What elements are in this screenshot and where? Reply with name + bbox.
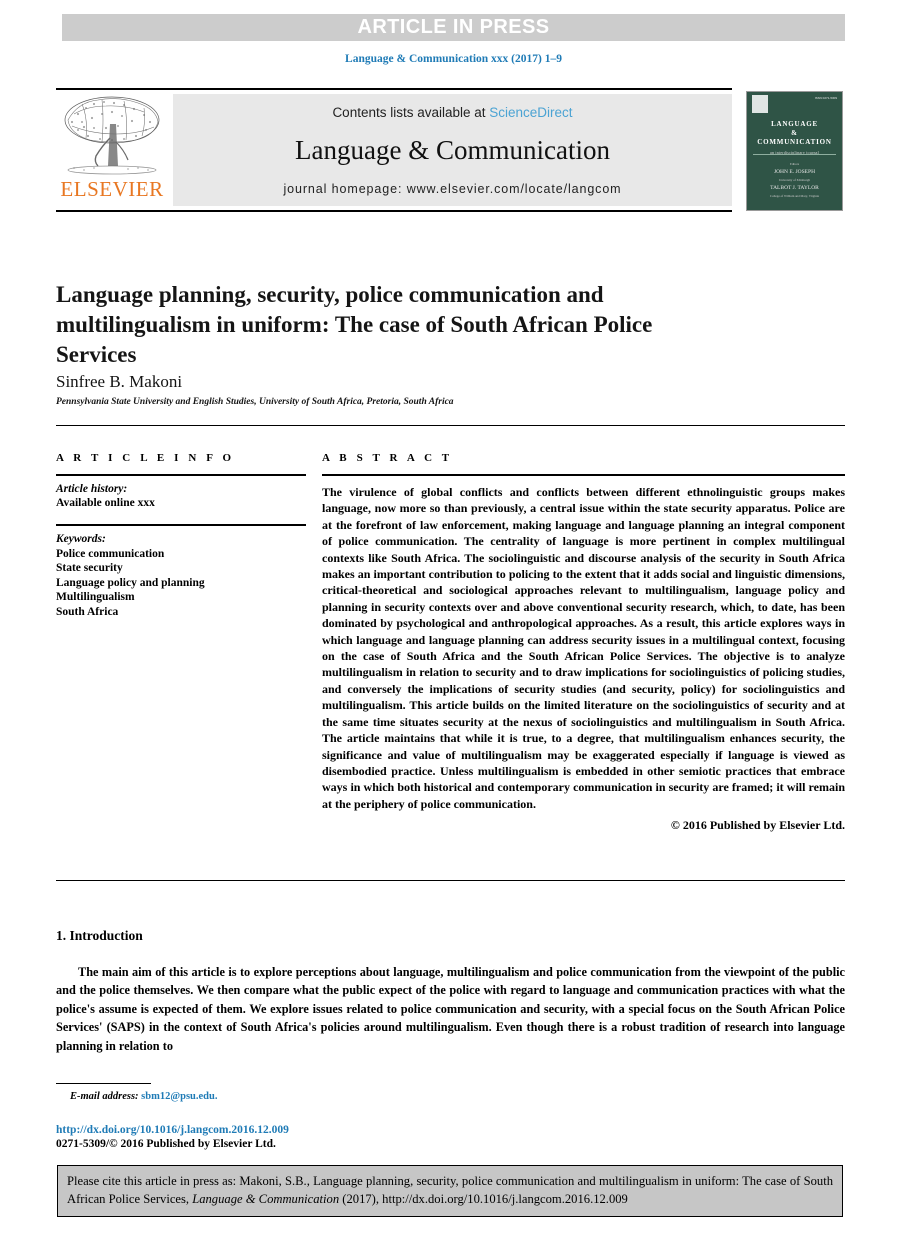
elsevier-wordmark: ELSEVIER	[60, 177, 164, 201]
header-rule-top	[56, 88, 732, 90]
journal-cover-thumbnail: ISSN 0271-5309 LANGUAGE & COMMUNICATION …	[746, 91, 843, 211]
footnote-rule	[56, 1083, 151, 1084]
article-history-value: Available online xxx	[56, 497, 155, 509]
cover-topbar: ISSN 0271-5309	[752, 95, 837, 117]
keyword-item: Multilingualism	[56, 591, 135, 603]
cover-editors: Editors JOHN E. JOSEPH University of Edi…	[747, 160, 842, 200]
header-rule-bottom	[56, 210, 732, 212]
keyword-item: South Africa	[56, 605, 119, 618]
cover-editor-1: JOHN E. JOSEPH	[773, 169, 816, 175]
introduction-heading: 1. Introduction	[56, 928, 143, 943]
page-title: Language planning, security, police comm…	[56, 282, 653, 368]
article-info-column: A R T I C L E I N F O Article history: A…	[56, 452, 306, 619]
rule-under-author	[56, 425, 845, 426]
citation-journal-name: Language & Communication	[192, 1191, 340, 1206]
cover-editor-2-affiliation: College of William and Mary, Virginia	[769, 194, 820, 198]
cover-issn: ISSN 0271-5309	[814, 96, 837, 100]
email-footnote: E-mail address: sbm12@psu.edu.	[70, 1091, 217, 1102]
keywords-block: Keywords: Police communication State sec…	[56, 532, 306, 619]
article-info-rule-mid	[56, 524, 306, 526]
citation-part-2: (2017), http://dx.doi.org/10.1016/j.lang…	[339, 1191, 628, 1206]
article-in-press-label: ARTICLE IN PRESS	[357, 16, 550, 38]
contents-lists-line: Contents lists available at ScienceDirec…	[173, 105, 732, 120]
abstract-copyright: © 2016 Published by Elsevier Ltd.	[670, 818, 845, 833]
issn-copyright-line: 0271-5309/© 2016 Published by Elsevier L…	[56, 1138, 276, 1150]
sciencedirect-link[interactable]: ScienceDirect	[489, 105, 572, 120]
author-name: Sinfree B. Makoni	[56, 372, 183, 391]
cover-editor-2: TALBOT J. TAYLOR	[770, 185, 819, 191]
article-info-rule-top	[56, 474, 306, 476]
doi-link[interactable]: http://dx.doi.org/10.1016/j.langcom.2016…	[56, 1124, 289, 1136]
article-history-label: Article history:	[56, 483, 128, 495]
journal-homepage-link[interactable]: journal homepage: www.elsevier.com/locat…	[173, 182, 732, 196]
abstract-column: A B S T R A C T The virulence of global …	[322, 452, 845, 833]
rule-under-abstract	[56, 880, 845, 881]
email-label: E-mail address:	[70, 1091, 139, 1102]
cover-divider	[753, 154, 836, 155]
journal-title: Language & Communication	[295, 135, 610, 165]
abstract-rule-top	[322, 474, 845, 476]
email-address-link[interactable]: sbm12@psu.edu.	[141, 1091, 217, 1102]
keyword-item: Police communication	[56, 547, 165, 560]
keywords-label: Keywords:	[56, 533, 106, 545]
cover-title-line3: COMMUNICATION	[757, 138, 832, 146]
cover-subtitle: an interdisciplinary journal	[770, 150, 819, 155]
article-info-heading: A R T I C L E I N F O	[56, 452, 235, 464]
keyword-item: State security	[56, 562, 123, 574]
abstract-body: The virulence of global conflicts and co…	[322, 485, 845, 811]
author-affiliation: Pennsylvania State University and Englis…	[56, 397, 454, 407]
abstract-heading: A B S T R A C T	[322, 452, 453, 464]
journal-info-box: Contents lists available at ScienceDirec…	[173, 94, 732, 206]
article-in-press-banner: ARTICLE IN PRESS	[62, 14, 845, 41]
cover-title-line1: LANGUAGE	[771, 120, 818, 128]
cover-title-line2: &	[791, 129, 798, 137]
article-history-block: Article history: Available online xxx	[56, 482, 306, 510]
citation-box: Please cite this article in press as: Ma…	[57, 1165, 843, 1217]
cover-elsevier-mark-icon	[752, 95, 768, 113]
keyword-item: Language policy and planning	[56, 576, 205, 589]
introduction-paragraph: The main aim of this article is to explo…	[56, 965, 845, 1053]
cover-editors-label: Editors	[789, 162, 800, 166]
elsevier-logo: ELSEVIER	[58, 94, 166, 206]
running-head: Language & Communication xxx (2017) 1–9	[345, 53, 562, 65]
cover-title: LANGUAGE & COMMUNICATION an interdiscipl…	[747, 120, 842, 157]
journal-header: ELSEVIER Contents lists available at Sci…	[56, 88, 845, 212]
contents-lists-prefix: Contents lists available at	[332, 105, 490, 120]
cover-editor-1-affiliation: University of Edinburgh	[778, 178, 811, 182]
elsevier-tree-icon	[64, 96, 160, 175]
